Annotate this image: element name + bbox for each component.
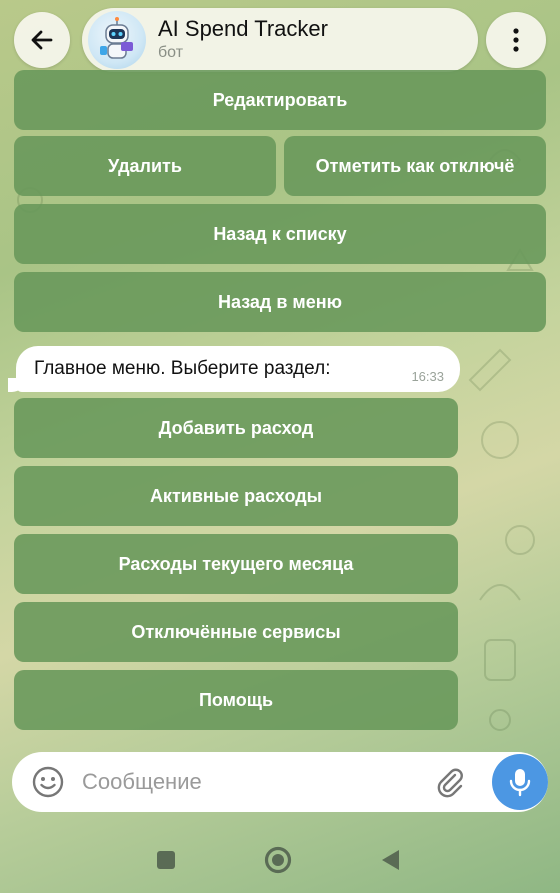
emoji-button[interactable] (26, 760, 70, 804)
add-expense-button[interactable]: Добавить расход (14, 398, 458, 458)
chat-title: AI Spend Tracker (158, 16, 328, 41)
disabled-services-button[interactable]: Отключённые сервисы (14, 602, 458, 662)
message-composer (12, 752, 548, 812)
more-vertical-icon (513, 28, 519, 52)
system-back-button[interactable] (376, 846, 404, 874)
delete-button[interactable]: Удалить (14, 136, 276, 196)
bot-avatar[interactable] (88, 11, 146, 69)
back-to-menu-button[interactable]: Назад в меню (14, 272, 546, 332)
circle-icon (264, 846, 292, 874)
chat-header[interactable]: AI Spend Tracker бот (82, 8, 478, 72)
attach-button[interactable] (428, 760, 472, 804)
back-to-list-button[interactable]: Назад к списку (14, 204, 546, 264)
more-options-button[interactable] (486, 12, 546, 68)
active-expenses-button[interactable]: Активные расходы (14, 466, 458, 526)
square-icon (157, 851, 175, 869)
microphone-icon (509, 769, 531, 797)
help-button[interactable]: Помощь (14, 670, 458, 730)
chat-subtitle: бот (158, 44, 184, 61)
month-expenses-button[interactable]: Расходы текущего месяца (14, 534, 458, 594)
recents-button[interactable] (152, 846, 180, 874)
emoji-icon (32, 766, 64, 798)
robot-icon (100, 17, 133, 59)
triangle-back-icon (382, 850, 399, 870)
back-button[interactable] (14, 12, 70, 68)
message-text: Главное меню. Выберите раздел: (34, 358, 331, 379)
system-navigation-bar (0, 828, 560, 893)
mark-disabled-button[interactable]: Отметить как отключё (284, 136, 546, 196)
arrow-left-icon (31, 30, 53, 50)
voice-record-button[interactable] (492, 754, 548, 810)
message-bubble[interactable]: Главное меню. Выберите раздел: 16:33 (16, 346, 460, 392)
edit-button[interactable]: Редактировать (14, 70, 546, 130)
message-time: 16:33 (411, 369, 444, 384)
message-input[interactable] (82, 769, 412, 795)
paperclip-icon (437, 768, 463, 798)
home-button[interactable] (262, 844, 294, 876)
